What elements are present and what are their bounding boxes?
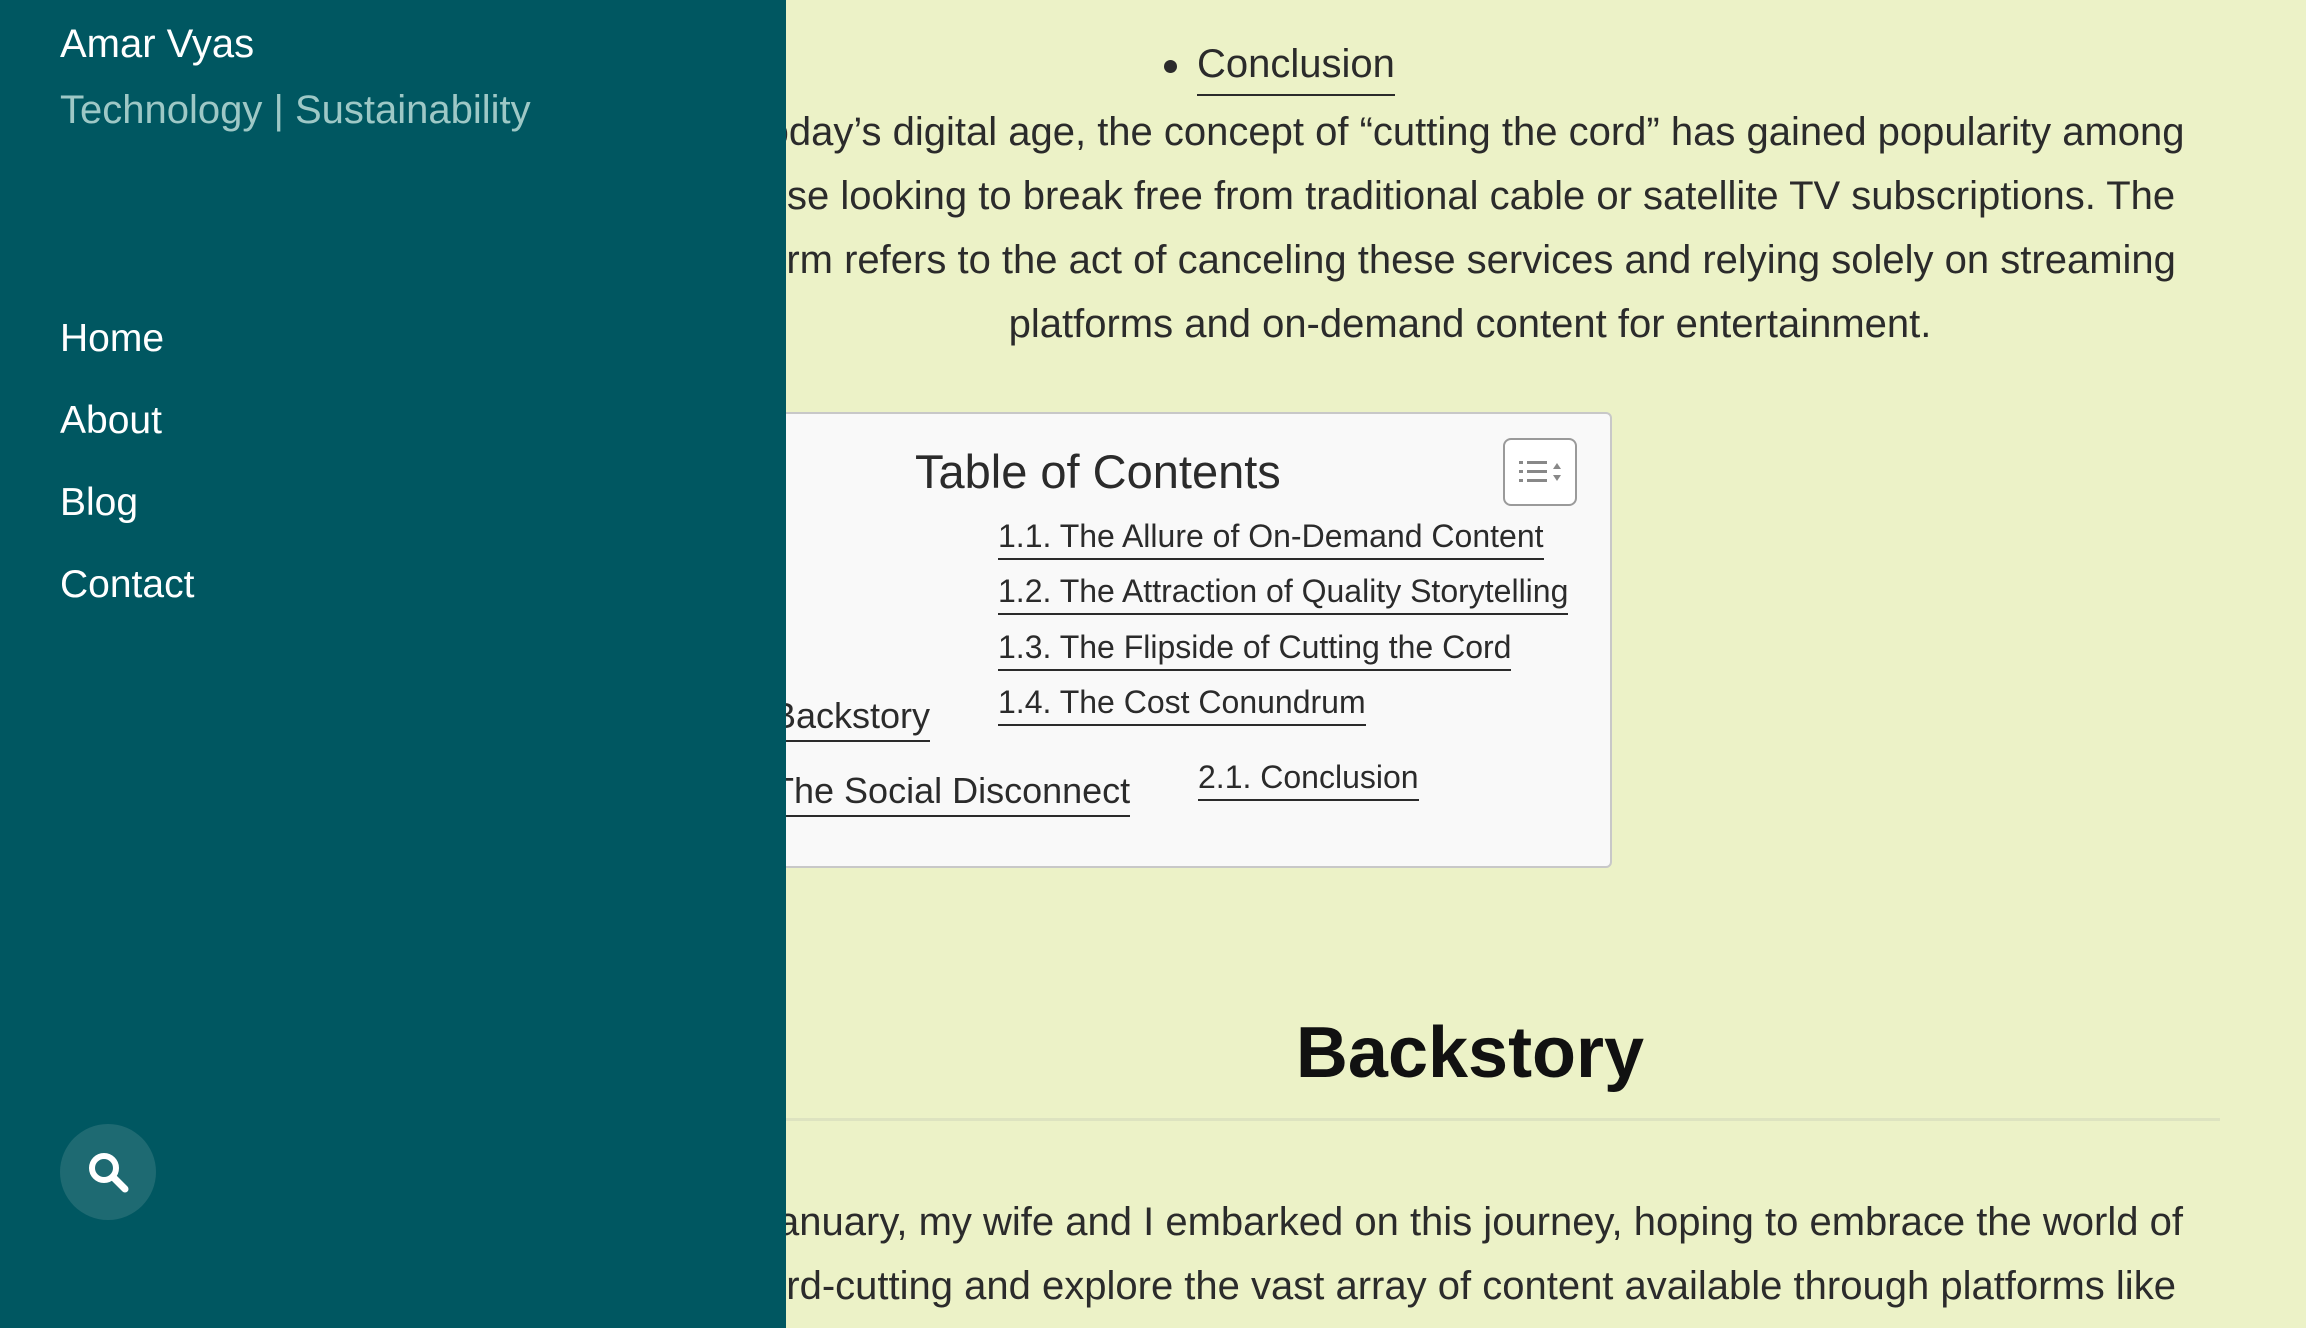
list-toggle-icon: [1519, 461, 1561, 482]
intro-paragraph: today’s digital age, the concept of “cut…: [700, 100, 2240, 356]
toc-title: Table of Contents: [915, 445, 1281, 498]
main-menu: Home About Blog Contact: [60, 298, 194, 626]
menu-link-home[interactable]: Home: [60, 317, 164, 360]
page: Conclusion today’s digital age, the conc…: [0, 0, 2306, 1328]
toc-link-backstory[interactable]: Backstory: [772, 692, 931, 742]
toc-link[interactable]: 1.1. The Allure of On-Demand Content: [998, 514, 1544, 560]
menu-link-contact[interactable]: Contact: [60, 563, 194, 606]
toc-link-social-disconnect[interactable]: The Social Disconnect: [772, 767, 1131, 817]
search-button[interactable]: [60, 1124, 156, 1220]
menu-item-contact: Contact: [60, 544, 194, 626]
toc-toggle-button[interactable]: [1503, 438, 1577, 506]
table-of-contents: Table of Contents 1.1. The Allure of On-…: [700, 412, 1612, 868]
section-heading: Backstory: [1295, 1013, 1645, 1093]
menu-item-about: About: [60, 380, 194, 462]
site-tagline: Technology | Sustainability: [60, 88, 531, 132]
side-navigation-panel: Amar Vyas Technology | Sustainability Ho…: [0, 0, 786, 1328]
conclusion-link[interactable]: Conclusion: [1197, 36, 1395, 96]
bullet-dot: [1164, 59, 1177, 73]
intro-line: today’s digital age, the concept of “cut…: [755, 110, 2185, 154]
menu-link-blog[interactable]: Blog: [60, 481, 138, 524]
menu-item-blog: Blog: [60, 462, 194, 544]
intro-line: erm refers to the act of canceling these…: [764, 238, 2176, 282]
menu-link-about[interactable]: About: [60, 399, 162, 442]
menu-item-home: Home: [60, 298, 194, 380]
body-line: January, my wife and I embarked on this …: [757, 1200, 2183, 1244]
toc-link[interactable]: 1.2. The Attraction of Quality Storytell…: [998, 569, 1569, 615]
body-line: ord-cutting and explore the vast array o…: [764, 1264, 2176, 1308]
intro-line: ose looking to break free from tradition…: [764, 174, 2176, 218]
toc-link-conclusion[interactable]: 2.1. Conclusion: [1198, 755, 1419, 801]
site-title[interactable]: Amar Vyas: [60, 18, 254, 70]
toc-link[interactable]: 1.4. The Cost Conundrum: [998, 680, 1366, 726]
heading-divider: [720, 1118, 2220, 1121]
intro-line: platforms and on-demand content for ente…: [1008, 302, 1932, 346]
toc-link[interactable]: 1.3. The Flipside of Cutting the Cord: [998, 625, 1512, 671]
toc-bullet-item: Conclusion: [1164, 36, 1395, 96]
body-paragraph: January, my wife and I embarked on this …: [700, 1190, 2240, 1318]
search-icon: [89, 1153, 129, 1193]
